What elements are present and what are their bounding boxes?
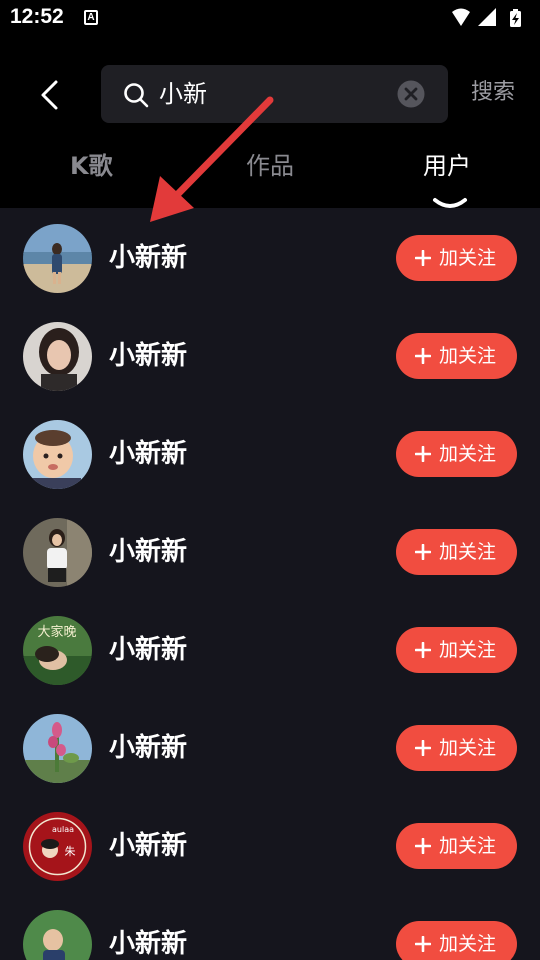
follow-button[interactable]: 加关注 [396, 235, 517, 281]
search-box[interactable]: 小新 [101, 65, 448, 123]
avatar[interactable]: aulaa 朱 [23, 812, 92, 881]
avatar[interactable] [23, 322, 92, 391]
tab-users[interactable]: 用户 [423, 149, 471, 183]
search-results-screen: 12:52 A 小新 搜索 K歌 作品 用户 小新新 加关注 小新新 加关注 小… [0, 0, 540, 960]
user-name[interactable]: 小新新 [109, 532, 187, 572]
plus-icon [415, 838, 431, 854]
avatar-text: aulaa [52, 825, 74, 834]
user-row[interactable]: 小新新 加关注 [0, 208, 540, 306]
user-row[interactable]: 小新新 加关注 [0, 306, 540, 404]
follow-label: 加关注 [439, 835, 497, 857]
user-name[interactable]: 小新新 [109, 238, 187, 278]
follow-button[interactable]: 加关注 [396, 431, 517, 477]
follow-label: 加关注 [439, 345, 497, 367]
back-button[interactable] [30, 74, 74, 118]
user-name[interactable]: 小新新 [109, 434, 187, 474]
user-name[interactable]: 小新新 [109, 826, 187, 866]
status-bar: 12:52 A [0, 0, 540, 36]
follow-button[interactable]: 加关注 [396, 333, 517, 379]
follow-label: 加关注 [439, 443, 497, 465]
follow-label: 加关注 [439, 639, 497, 661]
plus-icon [415, 936, 431, 952]
avatar[interactable] [23, 224, 92, 293]
plus-icon [415, 642, 431, 658]
follow-label: 加关注 [439, 933, 497, 955]
follow-button[interactable]: 加关注 [396, 627, 517, 673]
avatar-text: 大家晚 [37, 624, 76, 640]
user-row[interactable]: 小新新 加关注 [0, 894, 540, 960]
status-icons [450, 7, 530, 29]
tab-k-song[interactable]: K歌 [70, 149, 113, 183]
plus-icon [415, 740, 431, 756]
search-submit-button[interactable]: 搜索 [471, 76, 515, 110]
search-icon [123, 82, 149, 112]
follow-label: 加关注 [439, 737, 497, 759]
user-row[interactable]: 小新新 加关注 [0, 404, 540, 502]
avatar-text: 朱 [65, 845, 76, 858]
user-row[interactable]: 小新新 加关注 [0, 698, 540, 796]
avatar[interactable]: 大家晚 [23, 616, 92, 685]
wifi-icon [452, 8, 470, 26]
user-row[interactable]: 大家晚 小新新 加关注 [0, 600, 540, 698]
chevron-left-icon [41, 80, 58, 110]
avatar[interactable] [23, 714, 92, 783]
user-name[interactable]: 小新新 [109, 924, 187, 960]
follow-button[interactable]: 加关注 [396, 823, 517, 869]
plus-icon [415, 446, 431, 462]
follow-button[interactable]: 加关注 [396, 725, 517, 771]
follow-button[interactable]: 加关注 [396, 529, 517, 575]
user-name[interactable]: 小新新 [109, 630, 187, 670]
user-row[interactable]: aulaa 朱 小新新 加关注 [0, 796, 540, 894]
cell-signal-icon [478, 8, 496, 26]
tab-works[interactable]: 作品 [246, 149, 294, 183]
follow-label: 加关注 [439, 541, 497, 563]
follow-button[interactable]: 加关注 [396, 921, 517, 960]
avatar[interactable] [23, 910, 92, 960]
status-icons-group [452, 8, 521, 27]
plus-icon [415, 348, 431, 364]
search-header: 小新 搜索 K歌 作品 用户 [0, 36, 540, 208]
plus-icon [415, 250, 431, 266]
search-input[interactable]: 小新 [159, 77, 207, 111]
battery-icon [510, 9, 521, 27]
follow-label: 加关注 [439, 247, 497, 269]
avatar[interactable] [23, 420, 92, 489]
user-row[interactable]: 小新新 加关注 [0, 502, 540, 600]
avatar[interactable] [23, 518, 92, 587]
app-notification-icon: A [84, 10, 98, 25]
plus-icon [415, 544, 431, 560]
user-name[interactable]: 小新新 [109, 336, 187, 376]
user-name[interactable]: 小新新 [109, 728, 187, 768]
clear-icon[interactable] [397, 80, 425, 112]
status-time: 12:52 [10, 5, 64, 28]
